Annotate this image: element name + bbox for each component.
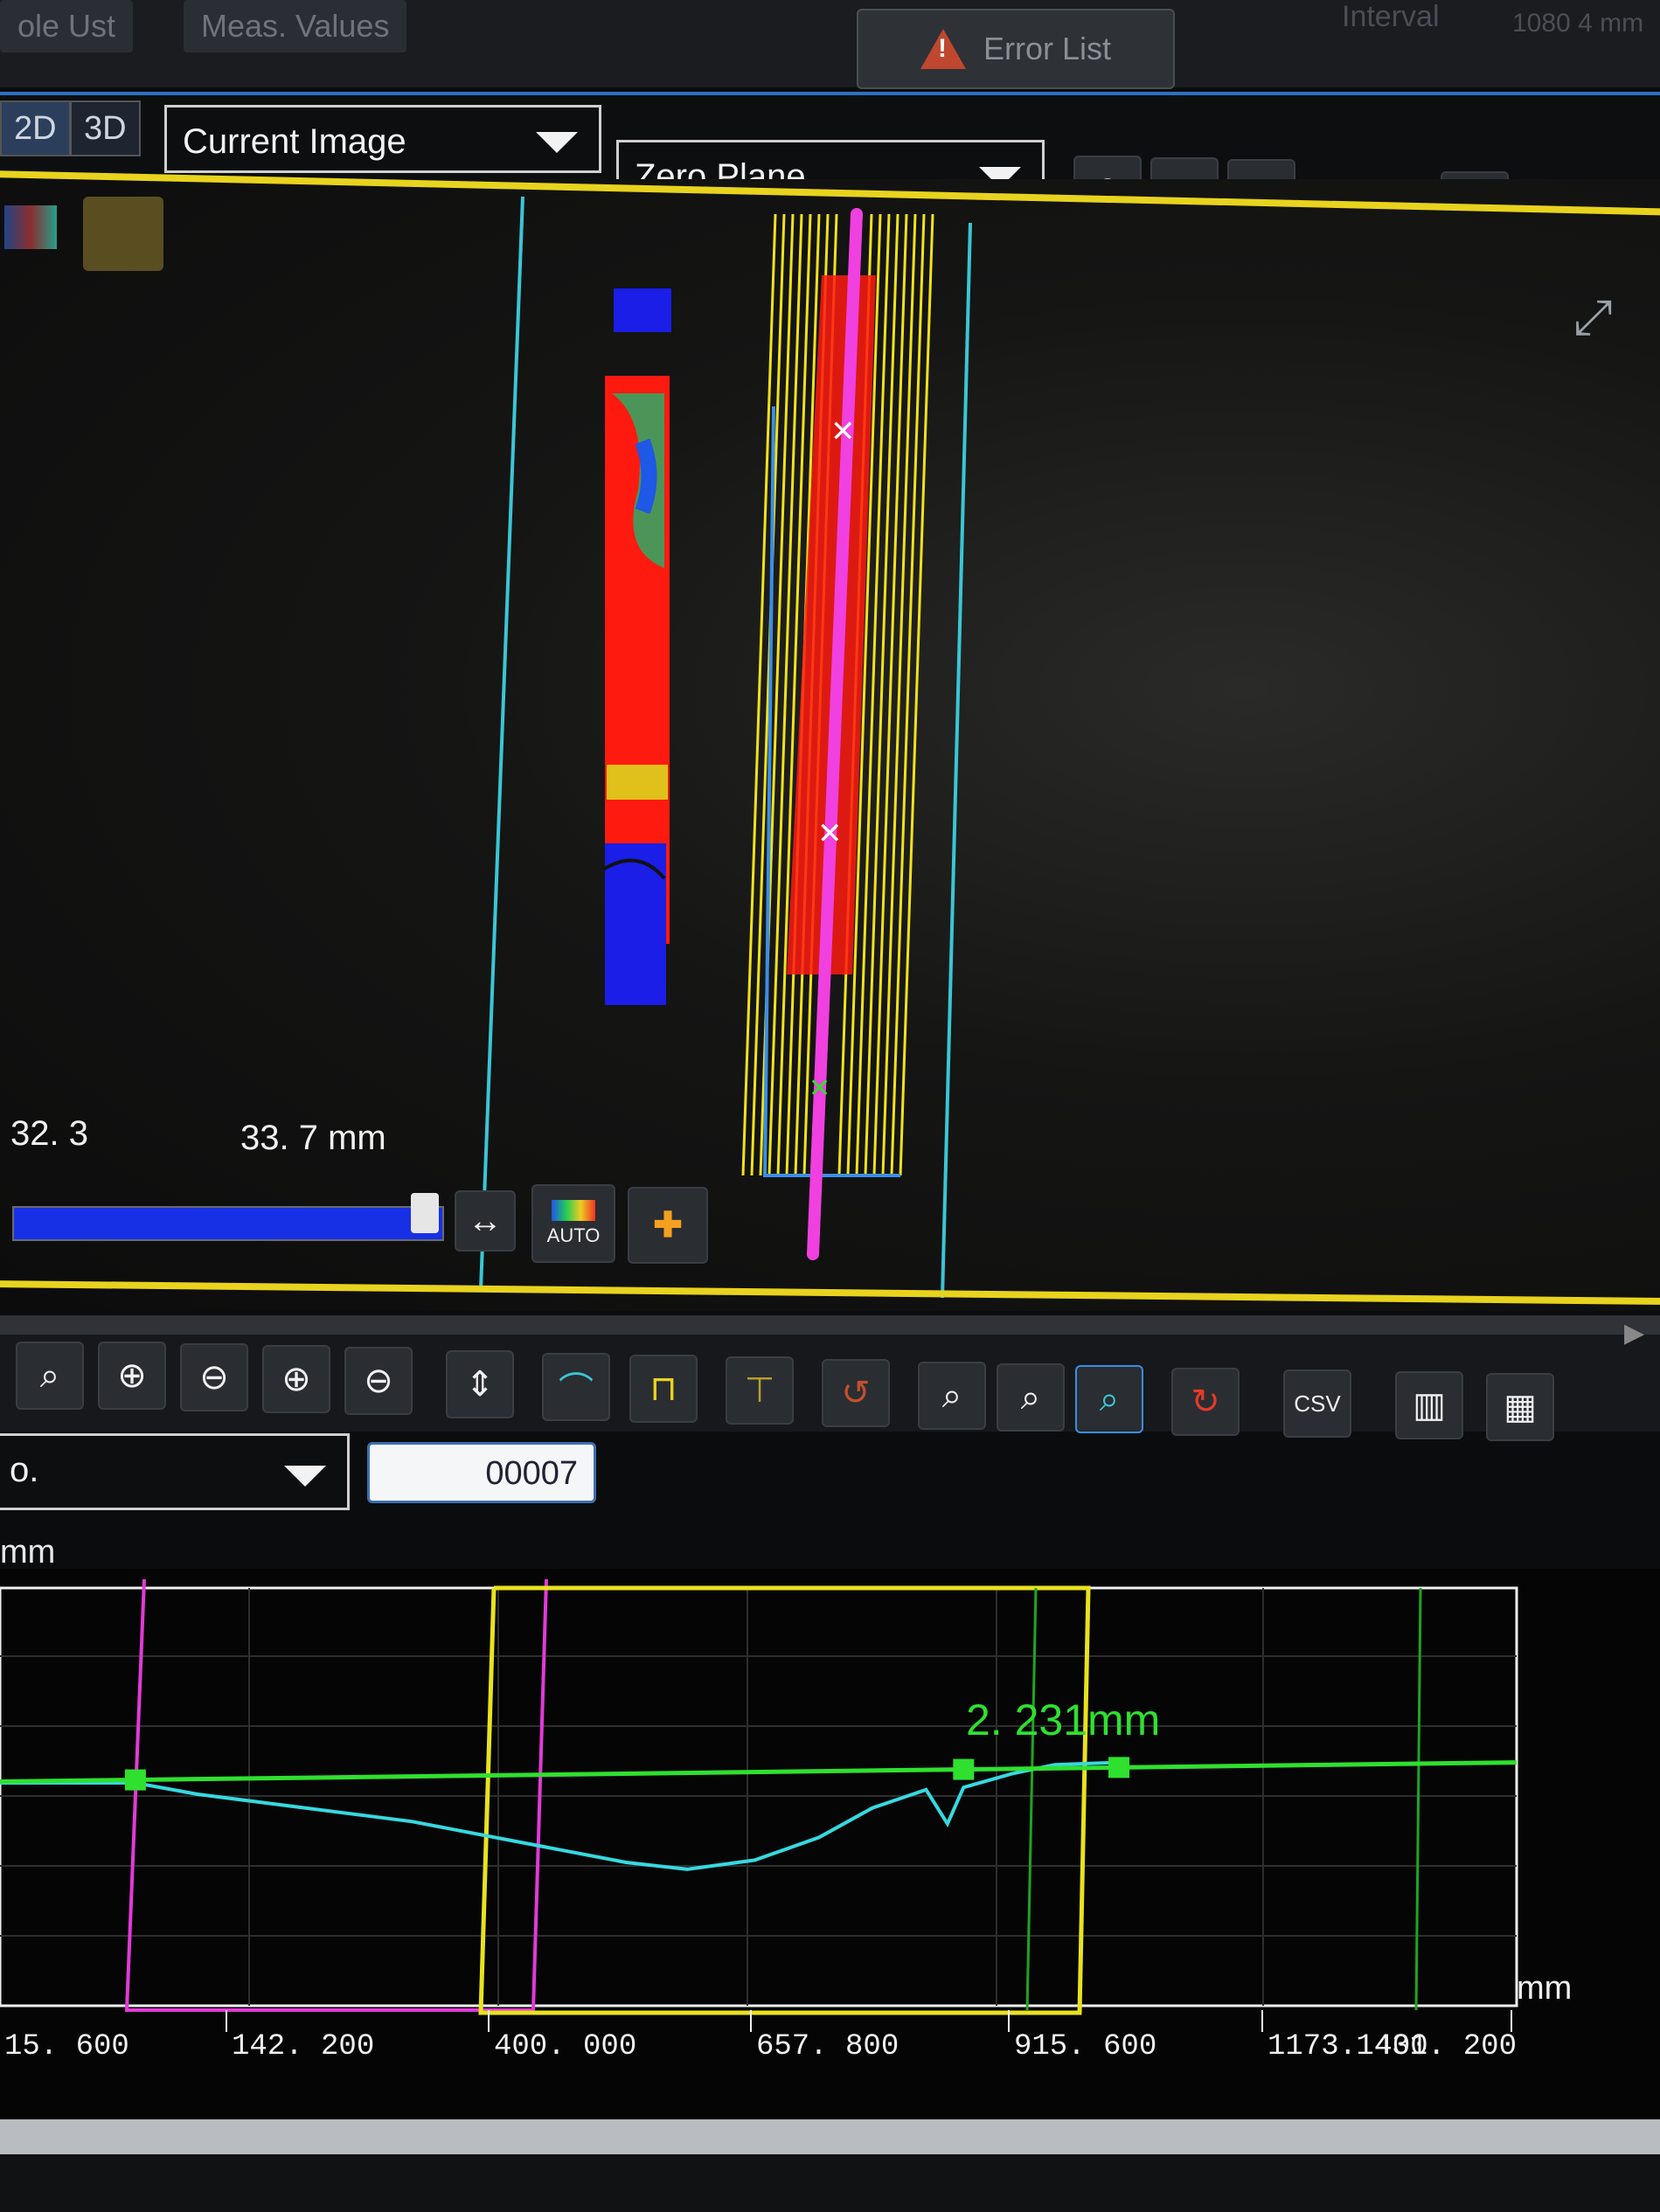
zoom-x-in-button[interactable]: ⊕ [262,1345,330,1413]
export-csv-button[interactable]: CSV [1283,1369,1351,1438]
image-select[interactable]: Current Image [164,105,601,173]
measure-marker [124,1769,146,1791]
step-measure-button[interactable]: ⊤ [726,1356,794,1425]
status-bar [0,2119,1660,2154]
bar-chart-icon: ▥ [1413,1386,1446,1425]
horizontal-scrollbar[interactable] [0,1315,1660,1335]
x-tick-label: 15. 600 [4,2030,129,2063]
specimen-yellow-band [607,765,668,800]
tab-meas-values-label: Meas. Values [201,8,390,44]
lower-frame [0,2154,1660,2212]
fit-chart-button[interactable]: ⇕ [446,1350,514,1418]
marker-x-top: ✕ [830,415,856,448]
chevron-down-icon [284,1466,326,1487]
add-point-button[interactable]: ✚ [628,1187,708,1264]
x-tick-label: 142. 200 [232,2030,374,2063]
horizontal-range-icon: ↔ [468,1201,503,1240]
specimen-blue-patch [635,438,657,515]
tab-3d[interactable]: 3D [70,101,141,156]
table-icon: ▦ [1504,1388,1537,1426]
chevron-down-icon [536,132,578,153]
marker-x-bottom: ✕ [809,1074,830,1103]
error-list-label: Error List [983,31,1112,66]
x-tick-label: 657. 800 [756,2030,899,2063]
colorscale-min: 32. 3 [10,1114,88,1153]
cursor-line-green [1025,1587,1038,2011]
zoom-x-in-icon: ⊕ [281,1360,311,1398]
undo-measure-icon: ↺ [841,1374,871,1412]
add-cursor-icon: ✚ [653,1206,683,1245]
zoom-in-chart-button[interactable]: ⌕ [16,1342,84,1410]
auto-label: AUTO [546,1224,601,1246]
search-region-b-button[interactable]: ⌕ [997,1363,1065,1432]
warning-icon [920,29,966,69]
x-tick-label: 1431. 200 [1356,2030,1517,2063]
zoom-y-in-button[interactable]: ⊕ [98,1342,166,1410]
boundary-line-right [941,222,972,1299]
marker-x-mid: ✕ [817,817,843,850]
scroll-right-icon[interactable]: ▶ [1624,1318,1644,1349]
undo-measure-button[interactable]: ↺ [822,1359,890,1427]
x-axis-unit: mm [1517,1970,1572,2007]
profile-chart[interactable]: 2. 231mm 15. 600 142. 200 400. 000 657. 800 9… [0,1569,1660,2128]
error-list-button[interactable]: Error List [857,9,1175,89]
profile-b-icon: ⊓ [649,1369,677,1408]
search-region-icon: ⌕ [941,1376,962,1415]
tab-list[interactable]: ole Ust [0,0,134,52]
tab-list-label: ole Ust [17,8,116,44]
search-region-a-button[interactable]: ⌕ [918,1362,986,1430]
step-icon: ⊤ [744,1371,775,1410]
tab-meas-values[interactable]: Meas. Values [184,0,407,52]
slider-handle[interactable] [411,1193,439,1233]
rainbow-icon [552,1200,595,1221]
auto-scale-button[interactable]: AUTO [531,1184,615,1263]
colorscale-slider[interactable] [12,1206,444,1241]
reset-icon: ↻ [1191,1383,1220,1421]
x-tick-label: 915. 600 [1014,2030,1156,2063]
tab-2d[interactable]: 2D [0,101,71,156]
histogram-button[interactable]: ▥ [1395,1371,1463,1439]
zoom-y-out-icon: ⊖ [199,1358,229,1397]
csv-export-icon: CSV [1294,1390,1341,1417]
profile-view-a-button[interactable]: ⌒ [542,1353,610,1421]
zoom-y-out-button[interactable]: ⊖ [180,1343,248,1411]
series-line-1 [0,1760,1517,1785]
interval-label: Interval [1342,0,1440,33]
x-tick-label: 400. 000 [494,2030,636,2063]
specimen-blue-bottom [605,843,666,1005]
fit-chart-icon: ⇕ [465,1365,495,1404]
measure-marker [953,1758,975,1780]
table-view-button[interactable]: ▦ [1486,1373,1554,1441]
profile-number-field[interactable]: 00007 [367,1442,596,1503]
profile-view-b-button[interactable]: ⊓ [629,1355,698,1423]
y-axis-unit: mm [0,1534,56,1571]
profile-select-value: o. [10,1451,39,1489]
measure-marker [1108,1757,1130,1779]
colorscale-max: 33. 7 mm [240,1119,386,1157]
image-select-value: Current Image [183,122,406,161]
interval-value: 1080 4 mm [1512,9,1644,38]
magnifier-icon: ⌕ [39,1356,60,1395]
zoom-y-in-icon: ⊕ [117,1356,147,1395]
search-region-icon: ⌕ [1020,1377,1041,1417]
profile-select[interactable]: o. [0,1433,350,1510]
boundary-line-left [479,196,524,1290]
specimen-blue-top [614,288,671,332]
profile-a-icon: ⌒ [559,1371,594,1410]
reset-button[interactable]: ↻ [1171,1368,1240,1436]
zoom-x-out-icon: ⊖ [364,1362,393,1400]
search-region-c-button[interactable]: ⌕ [1075,1365,1143,1433]
measurement-label: 2. 231mm [966,1695,1160,1744]
zoom-x-out-button[interactable]: ⊖ [344,1347,413,1415]
cursor-line-green-right [1414,1587,1422,2011]
fit-range-button[interactable]: ↔ [455,1190,516,1252]
search-region-icon: ⌕ [1099,1379,1120,1418]
